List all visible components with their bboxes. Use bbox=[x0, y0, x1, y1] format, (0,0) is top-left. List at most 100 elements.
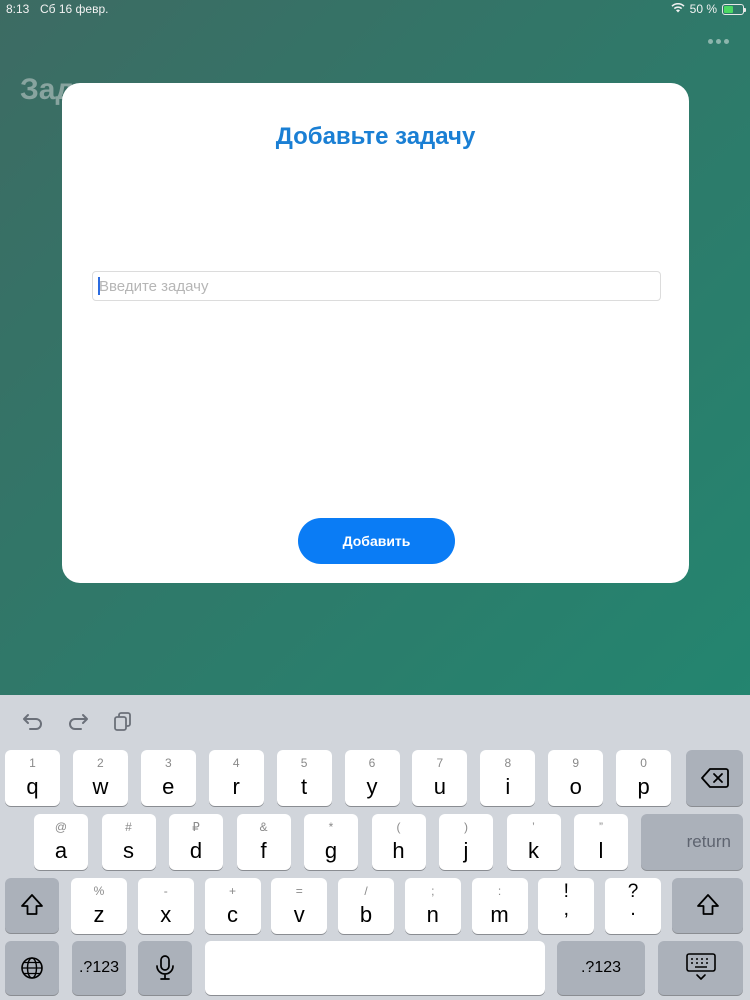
add-button[interactable]: Добавить bbox=[298, 518, 455, 564]
key-hint: ) bbox=[464, 820, 468, 834]
battery-icon bbox=[722, 3, 746, 15]
key-hint: 7 bbox=[436, 756, 444, 770]
key-j[interactable]: ) j bbox=[439, 814, 493, 870]
key-label: f bbox=[260, 838, 267, 863]
shortcut-bar bbox=[0, 695, 750, 745]
shift-key-left[interactable] bbox=[5, 878, 59, 933]
backspace-key[interactable] bbox=[686, 750, 743, 806]
key-hint: / bbox=[364, 884, 368, 898]
key-label: z bbox=[93, 902, 105, 927]
key-label: . bbox=[630, 898, 636, 920]
key-l[interactable]: ” l bbox=[574, 814, 628, 870]
keyboard-dismiss-icon bbox=[686, 953, 716, 980]
key-label: e bbox=[162, 774, 175, 799]
status-time: 8:13 bbox=[6, 2, 30, 16]
undo-icon[interactable] bbox=[22, 711, 44, 731]
key-m[interactable]: :m bbox=[471, 878, 528, 934]
key-e[interactable]: 3e bbox=[140, 750, 196, 806]
key-q[interactable]: 1q bbox=[5, 750, 60, 806]
key-g[interactable]: * g bbox=[304, 814, 358, 870]
key-label: t bbox=[301, 774, 308, 799]
key-hint: 3 bbox=[164, 756, 172, 770]
key-hint: * bbox=[328, 820, 334, 834]
key-label: c bbox=[227, 902, 238, 927]
status-bar: 8:13 Сб 16 февр. 50 % bbox=[0, 0, 750, 18]
key-d[interactable]: ₽ d bbox=[169, 814, 223, 870]
key-hint: @ bbox=[54, 820, 68, 834]
key-b[interactable]: / b bbox=[338, 878, 394, 934]
key-label: x bbox=[160, 902, 172, 927]
status-date: Сб 16 февр. bbox=[40, 2, 109, 16]
key-k[interactable]: ’ k bbox=[506, 814, 561, 870]
key-period[interactable]: ?. bbox=[605, 878, 661, 934]
numbers-key-left[interactable]: .?123 bbox=[72, 941, 126, 995]
dismiss-keyboard-key[interactable] bbox=[658, 941, 743, 995]
numbers-key-right[interactable]: .?123 bbox=[557, 941, 645, 995]
globe-key[interactable] bbox=[5, 941, 59, 995]
modal-title: Добавьте задачу bbox=[275, 123, 476, 150]
key-hint: 0 bbox=[640, 756, 647, 770]
paste-icon[interactable] bbox=[113, 711, 135, 731]
key-c[interactable]: + c bbox=[204, 878, 261, 934]
key-a[interactable]: @ a bbox=[34, 814, 88, 870]
numbers-key-label: .?123 bbox=[78, 959, 120, 976]
key-label: m bbox=[490, 902, 509, 927]
task-input[interactable] bbox=[92, 271, 661, 301]
key-label: s bbox=[123, 838, 134, 863]
shift-key-right[interactable] bbox=[672, 878, 743, 933]
key-w[interactable]: 2w bbox=[72, 750, 128, 806]
space-key[interactable] bbox=[205, 941, 545, 995]
key-y[interactable]: 6y bbox=[344, 750, 400, 806]
key-t[interactable]: 5t bbox=[276, 750, 332, 806]
key-hint: ; bbox=[431, 884, 435, 898]
key-p[interactable]: 0p bbox=[616, 750, 672, 806]
key-s[interactable]: # s bbox=[101, 814, 156, 870]
key-label: g bbox=[324, 838, 338, 863]
dictation-key[interactable] bbox=[138, 941, 192, 995]
key-r[interactable]: 4r bbox=[208, 750, 264, 806]
wifi-icon bbox=[671, 2, 685, 16]
key-n[interactable]: ; n bbox=[404, 878, 461, 934]
key-f[interactable]: & f bbox=[236, 814, 291, 870]
key-hint: & bbox=[259, 820, 268, 834]
microphone-icon bbox=[156, 955, 174, 980]
key-label: q bbox=[26, 774, 39, 799]
globe-icon bbox=[21, 957, 43, 979]
key-label: r bbox=[232, 774, 240, 799]
key-label: n bbox=[426, 902, 439, 927]
key-hint: 8 bbox=[504, 756, 512, 770]
key-hint: # bbox=[125, 820, 132, 834]
key-label: b bbox=[359, 902, 373, 927]
status-right-group: 50 % bbox=[671, 2, 746, 16]
key-hint: ₽ bbox=[192, 820, 200, 834]
shift-icon bbox=[697, 894, 719, 915]
battery-percent: 50 % bbox=[689, 2, 717, 16]
key-label: i bbox=[505, 774, 511, 799]
more-icon[interactable] bbox=[706, 33, 730, 49]
key-hint: - bbox=[163, 884, 168, 898]
key-hint: ( bbox=[396, 820, 401, 834]
return-key[interactable]: return bbox=[641, 814, 743, 870]
key-u[interactable]: 7u bbox=[412, 750, 468, 806]
key-label: a bbox=[54, 838, 68, 863]
key-i[interactable]: 8i bbox=[480, 750, 536, 806]
key-h[interactable]: (h bbox=[371, 814, 426, 870]
key-hint: ’ bbox=[532, 820, 535, 834]
key-hint: = bbox=[295, 884, 303, 898]
key-comma[interactable]: !, bbox=[538, 878, 595, 934]
key-x[interactable]: -x bbox=[137, 878, 194, 934]
key-hint: % bbox=[93, 884, 105, 898]
key-hint: ” bbox=[599, 820, 603, 834]
key-label: u bbox=[433, 774, 447, 799]
redo-icon[interactable] bbox=[67, 711, 89, 731]
key-v[interactable]: = v bbox=[271, 878, 328, 934]
key-label: j bbox=[463, 838, 469, 863]
backspace-icon bbox=[701, 768, 729, 788]
key-z[interactable]: % z bbox=[71, 878, 127, 934]
key-label: l bbox=[598, 838, 604, 863]
key-label: d bbox=[189, 838, 203, 863]
return-key-label: return bbox=[686, 832, 731, 851]
text-caret bbox=[98, 277, 100, 295]
key-label: h bbox=[392, 838, 405, 863]
key-o[interactable]: 9o bbox=[548, 750, 604, 806]
